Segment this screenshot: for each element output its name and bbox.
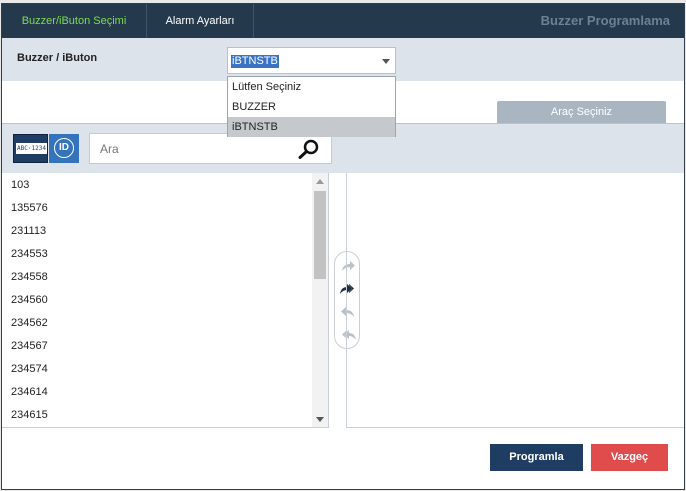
select-dropdown-list: Lütfen Seçiniz BUZZER iBTNSTB xyxy=(227,76,396,137)
list-item[interactable]: 135576 xyxy=(2,197,328,220)
scroll-up-icon[interactable] xyxy=(316,179,324,184)
search-icon[interactable] xyxy=(297,139,321,162)
plate-filter-icon[interactable]: ABC·1234 xyxy=(13,134,48,163)
buzzer-ibuton-label: Buzzer / iButon xyxy=(17,52,98,64)
list-item[interactable]: 234614 xyxy=(2,381,328,404)
buzzer-ibuton-select[interactable]: iBTNSTB xyxy=(227,47,396,74)
list-item[interactable]: 231113 xyxy=(2,220,328,243)
scroll-thumb[interactable] xyxy=(314,191,326,279)
program-button[interactable]: Programla xyxy=(490,444,583,471)
tab-buzzer-ibuton-selection[interactable]: Buzzer/iButon Seçimi xyxy=(2,4,147,38)
option-please-select[interactable]: Lütfen Seçiniz xyxy=(228,77,395,97)
available-list: 103 135576 231113 234553 234558 234560 2… xyxy=(2,174,328,427)
list-item[interactable]: 234562 xyxy=(2,312,328,335)
option-buzzer[interactable]: BUZZER xyxy=(228,97,395,117)
search-input[interactable] xyxy=(100,142,290,156)
buzzer-programming-window: Buzzer/iButon Seçimi Alarm Ayarları Buzz… xyxy=(1,3,685,490)
tab-alarm-settings[interactable]: Alarm Ayarları xyxy=(147,4,254,38)
tab-vehicle-select[interactable]: Araç Seçiniz xyxy=(497,101,666,123)
list-item[interactable]: 234558 xyxy=(2,266,328,289)
scroll-down-icon[interactable] xyxy=(316,417,324,422)
list-scrollbar[interactable] xyxy=(312,173,328,427)
list-item[interactable]: 234574 xyxy=(2,358,328,381)
top-bar: Buzzer/iButon Seçimi Alarm Ayarları Buzz… xyxy=(2,4,684,38)
chevron-down-icon[interactable] xyxy=(382,59,390,64)
id-text: ID xyxy=(54,138,74,158)
list-item[interactable]: 234567 xyxy=(2,335,328,358)
selected-items-panel xyxy=(346,173,684,428)
id-filter-icon[interactable]: ID xyxy=(49,134,79,163)
option-ibtnstb[interactable]: iBTNSTB xyxy=(228,117,395,137)
window-title: Buzzer Programlama xyxy=(540,13,670,28)
plate-text: ABC·1234 xyxy=(16,143,47,154)
select-current-value: iBTNSTB xyxy=(231,55,279,68)
list-item[interactable]: 234553 xyxy=(2,243,328,266)
list-item[interactable]: 103 xyxy=(2,174,328,197)
list-item[interactable]: 234560 xyxy=(2,289,328,312)
search-box xyxy=(89,133,332,164)
available-items-panel: 103 135576 231113 234553 234558 234560 2… xyxy=(2,173,329,428)
selector-bar: Buzzer / iButon iBTNSTB xyxy=(2,38,684,81)
cancel-button[interactable]: Vazgeç xyxy=(591,444,668,471)
list-item[interactable]: 234615 xyxy=(2,404,328,427)
